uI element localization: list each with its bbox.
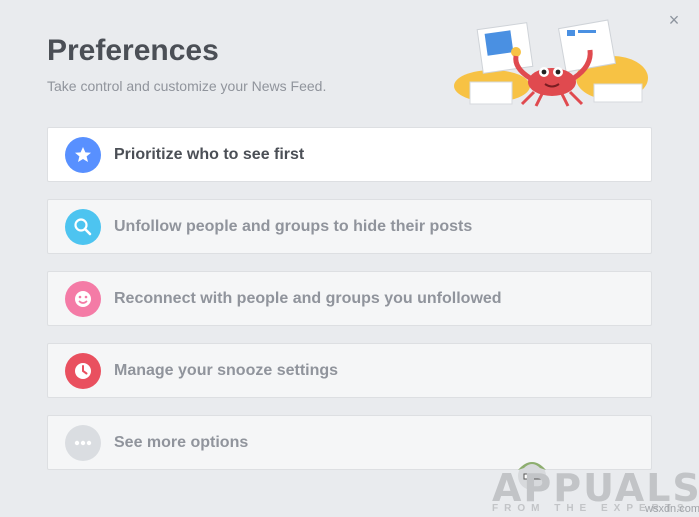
option-label: Manage your snooze settings	[114, 362, 339, 379]
watermark-site: wsxdn.com	[645, 503, 699, 515]
option-unfollow[interactable]: Unfollow people and groups to hide their…	[47, 199, 652, 254]
page-subtitle: Take control and customize your News Fee…	[47, 78, 327, 94]
option-label: Prioritize who to see first	[114, 146, 305, 163]
star-icon	[65, 137, 101, 173]
crab-illustration	[454, 19, 648, 107]
option-snooze[interactable]: Manage your snooze settings	[47, 343, 652, 398]
option-label: Unfollow people and groups to hide their…	[114, 218, 473, 235]
preferences-dialog: × Preferences Take control and customize…	[0, 0, 699, 517]
option-reconnect[interactable]: Reconnect with people and groups you unf…	[47, 271, 652, 326]
smiley-icon	[65, 281, 101, 317]
more-icon	[65, 425, 101, 461]
option-label: Reconnect with people and groups you unf…	[114, 290, 502, 307]
option-prioritize[interactable]: Prioritize who to see first	[47, 127, 652, 182]
close-icon[interactable]: ×	[664, 10, 684, 30]
option-label: See more options	[114, 434, 249, 451]
page-title: Preferences	[47, 34, 219, 67]
search-icon	[65, 209, 101, 245]
clock-icon	[65, 353, 101, 389]
